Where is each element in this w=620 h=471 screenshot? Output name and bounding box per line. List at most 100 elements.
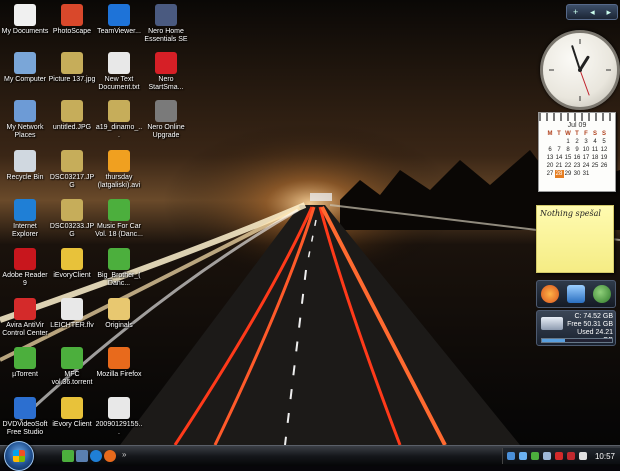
calendar-day[interactable]: 4 <box>591 138 600 146</box>
desktop-icon[interactable]: Originals <box>95 298 143 330</box>
desktop-icon[interactable]: untitled.JPG <box>48 100 96 132</box>
tray-utorrent-icon[interactable] <box>531 452 539 460</box>
desktop-icon[interactable]: iEvory Client <box>48 397 96 429</box>
utorrent-quicklaunch-icon[interactable] <box>62 450 74 462</box>
photoscape-icon <box>61 4 83 26</box>
calendar-day[interactable]: 27 <box>546 170 555 178</box>
desktop-icon[interactable]: 20090129155... <box>95 397 143 437</box>
desktop-icon[interactable]: thursday (latgaliski).avi <box>95 150 143 190</box>
calendar-day[interactable]: 24 <box>582 162 591 170</box>
calendar-day[interactable]: 19 <box>600 154 609 162</box>
calendar-day[interactable]: 3 <box>582 138 591 146</box>
calendar-day[interactable]: 28 <box>554 170 564 178</box>
calendar-day[interactable]: 1 <box>564 138 573 146</box>
firefox-icon[interactable] <box>541 285 559 303</box>
desktop-icon[interactable]: MFC vol.36.torrent <box>48 347 96 387</box>
calendar-day[interactable]: 9 <box>573 146 582 154</box>
desktop-icon[interactable]: DSC03217.JPG <box>48 150 96 190</box>
calendar-day[interactable]: 5 <box>600 138 609 146</box>
show-desktop-icon[interactable] <box>76 450 88 462</box>
firefox-quicklaunch-icon[interactable] <box>104 450 116 462</box>
calendar-day[interactable]: 30 <box>573 170 582 178</box>
desktop-icon[interactable]: PhotoScape <box>48 4 96 36</box>
calendar-day[interactable]: 21 <box>555 162 564 170</box>
calendar-day[interactable]: 8 <box>564 146 573 154</box>
desktop-icon[interactable]: My Network Places <box>1 100 49 140</box>
calendar-day[interactable]: 22 <box>564 162 573 170</box>
desktop-icon[interactable]: Picture 137.jpg <box>48 52 96 84</box>
calendar-day[interactable]: 20 <box>546 162 555 170</box>
calendar-day[interactable]: 10 <box>582 146 591 154</box>
calendar-day[interactable]: 2 <box>573 138 582 146</box>
desktop-icon[interactable]: Nero Online Upgrade <box>142 100 190 140</box>
calendar-day[interactable]: 12 <box>600 146 609 154</box>
previous-gadgets-button[interactable]: ◂ <box>590 7 595 18</box>
desktop-icon[interactable]: Avira AntiVir Control Center <box>1 298 49 338</box>
nero-upgrade-icon <box>155 100 177 122</box>
desktop-icon-label: Nero Home Essentials SE <box>144 28 188 43</box>
calendar-day[interactable]: 16 <box>573 154 582 162</box>
calendar-day[interactable]: 29 <box>564 170 573 178</box>
tray-language-icon[interactable] <box>507 452 515 460</box>
desktop-icon[interactable]: DVDVideoSoft Free Studio <box>1 397 49 437</box>
desktop-icon[interactable]: LEICHTER.flv <box>48 298 96 330</box>
desktop-icon[interactable]: TeamViewer... <box>95 4 143 36</box>
calendar-day[interactable]: 25 <box>591 162 600 170</box>
desktop-icon[interactable]: a19_dinamo_... <box>95 100 143 140</box>
calendar-day[interactable]: 7 <box>555 146 564 154</box>
calendar-day[interactable]: 13 <box>546 154 555 162</box>
clock-gadget[interactable] <box>540 30 620 110</box>
desktop-icon[interactable]: My Computer <box>1 52 49 84</box>
calendar-grid: MTWTFSS 1 2 3 4 5 6 7 8 9 10 11 12 13 14 15 16 17 18 19 20 2… <box>546 130 609 178</box>
calendar-day[interactable]: 14 <box>555 154 564 162</box>
next-gadgets-button[interactable]: ▸ <box>607 7 612 18</box>
users-icon[interactable] <box>593 285 611 303</box>
calendar-day[interactable]: 31 <box>582 170 591 178</box>
tray-security-icon[interactable] <box>579 452 587 460</box>
desktop-icon[interactable]: Mozilla Firefox <box>95 347 143 379</box>
desktop-icon[interactable]: Internet Explorer <box>1 199 49 239</box>
explorer-window-icon[interactable] <box>567 285 585 303</box>
start-button[interactable] <box>4 441 34 471</box>
calendar-day[interactable]: 15 <box>564 154 573 162</box>
calendar-day[interactable]: 6 <box>546 146 555 154</box>
adobe-reader-icon <box>14 248 36 270</box>
notes-gadget[interactable]: Nothing spešal <box>536 205 614 273</box>
drive-meter-gadget[interactable]: C: 74.52 GB Free 50.31 GB Used 24.21 GB <box>536 310 616 346</box>
tray-volume-icon[interactable] <box>543 452 551 460</box>
calendar-gadget[interactable]: Jul 09 MTWTFSS 1 2 3 4 5 6 7 8 9 10 11 12 13 14 15 16 17… <box>538 112 616 192</box>
firefox-icon <box>108 347 130 369</box>
desktop-icon[interactable]: Recycle Bin <box>1 150 49 182</box>
desktop-icon[interactable]: µTorrent <box>1 347 49 379</box>
internet-explorer-quicklaunch-icon[interactable] <box>90 450 102 462</box>
calendar-day[interactable]: 17 <box>582 154 591 162</box>
desktop-icon[interactable]: iEvoryClient <box>48 248 96 280</box>
desktop-icon-label: Originals <box>105 322 133 329</box>
calendar-month: Jul 09 <box>567 122 587 129</box>
tray-network-icon[interactable] <box>519 452 527 460</box>
desktop-icon[interactable]: DSC03233.JPG <box>48 199 96 239</box>
add-gadget-button[interactable]: + <box>573 7 578 17</box>
taskbar-clock[interactable]: 10:57 <box>595 452 615 461</box>
calendar-day[interactable]: 18 <box>591 154 600 162</box>
desktop-icon[interactable]: Nero StartSma... <box>142 52 190 92</box>
note-text[interactable]: Nothing spešal <box>540 209 601 218</box>
flv-file-icon <box>61 298 83 320</box>
desktop-icon[interactable]: Big_Brother_(Danc... <box>95 248 143 288</box>
calendar-day[interactable]: 26 <box>600 162 609 170</box>
teamviewer-icon <box>108 4 130 26</box>
calendar-day[interactable]: 23 <box>573 162 582 170</box>
calendar-day[interactable]: 11 <box>591 146 600 154</box>
desktop-icon-label: µTorrent <box>12 371 38 378</box>
desktop-icon[interactable]: Music For Car Vol. 18 (Danc... <box>95 199 143 239</box>
tray-nero-icon[interactable] <box>567 452 575 460</box>
quicklaunch-expand-icon[interactable]: » <box>122 450 128 462</box>
desktop-icon[interactable]: Adobe Reader 9 <box>1 248 49 288</box>
clock-face-icon <box>549 39 611 101</box>
desktop-icon[interactable]: Nero Home Essentials SE <box>142 4 190 44</box>
drive-usage-fill <box>542 339 565 342</box>
desktop-icon[interactable]: My Documents <box>1 4 49 36</box>
desktop-icon-label: 20090129155... <box>95 421 143 436</box>
desktop-icon[interactable]: New Text Document.txt <box>95 52 143 92</box>
tray-avira-icon[interactable] <box>555 452 563 460</box>
